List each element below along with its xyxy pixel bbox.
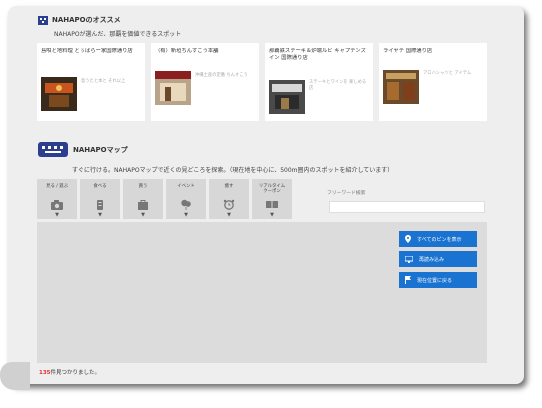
category-eat[interactable]: 食べる ▼ — [80, 179, 120, 219]
freeword-search-input[interactable] — [329, 201, 485, 213]
food-icon — [97, 200, 103, 210]
spot-card-desc: アロハシャツと アイテム — [423, 71, 472, 76]
spot-card-desc: 沖縄土産の定番 ちんすこう — [195, 73, 248, 78]
map-title: NAHAPOマップ — [73, 145, 128, 154]
current-location-button[interactable]: 現在位置に戻る — [399, 272, 477, 288]
spot-card-title[interactable]: 那覇鉄ステーキ＆炉端ルビ キャプテンズイン 国際通り店 — [269, 48, 369, 63]
alarm-clock-icon — [223, 199, 235, 210]
category-see-play[interactable]: 見る / 遊ぶ ▼ — [37, 179, 77, 219]
spot-card-desc: ステーキとワインを 楽しめる店 — [309, 80, 367, 91]
category-relax[interactable]: 癒す ▼ — [209, 179, 249, 219]
map-pin-icon — [405, 235, 411, 243]
show-all-pins-label: すべてのピンを表示 — [417, 236, 462, 243]
map-subtitle: すぐに行ける。NAHAPOマップで近くの見どころを探索。（現在地を中心に、500… — [72, 167, 394, 174]
monitor-icon — [405, 255, 413, 263]
current-location-label: 現在位置に戻る — [417, 277, 453, 284]
spot-card-desc: 島うたと本と それ以上 — [81, 79, 126, 84]
result-count: 135件見つかりました。 — [39, 368, 100, 376]
category-coupon[interactable]: リアルタイム クーポン ▼ — [252, 179, 292, 219]
category-label: 癒す — [224, 184, 234, 189]
nahapo-map-logo-icon — [38, 142, 68, 157]
spot-card-title[interactable]: ライヤテ 国際通り店 — [383, 48, 483, 63]
category-label: リアルタイム クーポン — [258, 184, 286, 194]
chevron-down-icon: ▼ — [98, 212, 102, 218]
category-buy[interactable]: 買う ▼ — [123, 179, 163, 219]
spot-photo[interactable] — [269, 80, 305, 114]
show-all-pins-button[interactable]: すべてのピンを表示 — [399, 231, 477, 247]
nahapo-logo-icon — [38, 15, 48, 25]
spot-card[interactable]: 那覇鉄ステーキ＆炉端ルビ キャプテンズイン 国際通り店 ステーキとワインを 楽し… — [265, 43, 373, 121]
category-label: 食べる — [93, 184, 107, 189]
category-tabs: 見る / 遊ぶ ▼ 食べる ▼ 買う ▼ イベント ▼ 癒す ▼ リアルタイム … — [37, 179, 295, 219]
category-event[interactable]: イベント ▼ — [166, 179, 206, 219]
recommend-cards: 島唄と地料理 とぅばらー家国際通り店 島うたと本と それ以上 （有）新垣ちんすこ… — [37, 43, 493, 121]
main-panel: NAHAPOのオススメ NAHAPOが選んだ、那覇を価値できるスポット 島唄と地… — [8, 6, 524, 384]
spot-card-title[interactable]: （有）新垣ちんすこう本舗 — [155, 48, 255, 63]
chevron-down-icon: ▼ — [55, 212, 59, 218]
spot-card-title[interactable]: 島唄と地料理 とぅばらー家国際通り店 — [41, 48, 141, 63]
shopping-bag-icon — [138, 200, 148, 210]
coupon-icon — [266, 201, 278, 208]
redraw-label: 再読み込み — [419, 256, 445, 263]
result-count-suffix: 件見つかりました。 — [50, 370, 100, 376]
spot-card[interactable]: 島唄と地料理 とぅばらー家国際通り店 島うたと本と それ以上 — [37, 43, 145, 121]
chevron-down-icon: ▼ — [270, 212, 274, 218]
result-count-number: 135 — [39, 370, 51, 376]
spot-photo[interactable] — [41, 77, 77, 111]
camera-icon — [51, 200, 63, 210]
spot-photo[interactable] — [155, 71, 191, 105]
category-label: イベント — [177, 184, 195, 189]
redraw-button[interactable]: 再読み込み — [399, 251, 477, 267]
chevron-down-icon: ▼ — [141, 212, 145, 218]
recommend-heading: NAHAPOのオススメ — [38, 15, 121, 25]
flag-icon — [405, 276, 411, 284]
chevron-down-icon: ▼ — [184, 212, 188, 218]
freeword-label: フリーワード検索 — [327, 191, 366, 196]
chevron-down-icon: ▼ — [227, 212, 231, 218]
recommend-subtitle: NAHAPOが選んだ、那覇を価値できるスポット — [54, 31, 182, 38]
balloon-icon — [181, 199, 191, 210]
spot-card[interactable]: ライヤテ 国際通り店 アロハシャツと アイテム — [379, 43, 487, 121]
category-label: 買う — [138, 184, 148, 189]
map-heading: NAHAPOマップ — [38, 142, 128, 157]
page-curl — [0, 362, 30, 390]
spot-card[interactable]: （有）新垣ちんすこう本舗 沖縄土産の定番 ちんすこう — [151, 43, 259, 121]
spot-photo[interactable] — [383, 70, 419, 104]
category-label: 見る / 遊ぶ — [46, 184, 68, 189]
recommend-title: NAHAPOのオススメ — [52, 16, 121, 24]
